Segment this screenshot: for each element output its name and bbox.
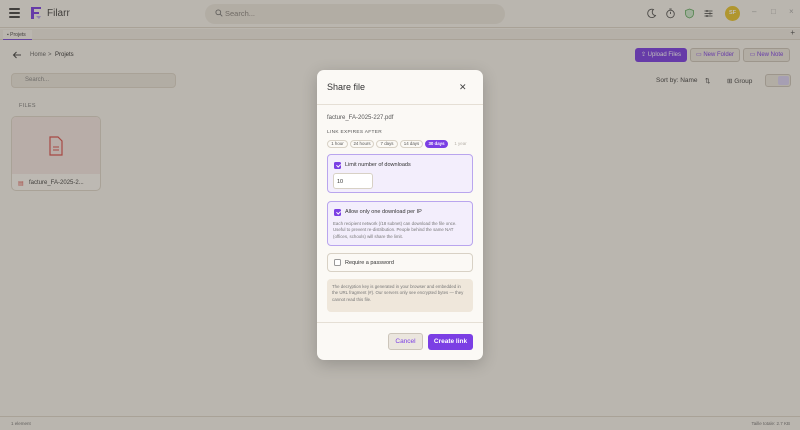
divider — [317, 104, 483, 105]
dialog-title: Share file — [327, 82, 366, 92]
one-per-ip-label: Allow only one download per IP — [345, 209, 422, 215]
download-limit-input[interactable]: 10 — [333, 173, 373, 189]
create-link-button[interactable]: Create link — [428, 334, 473, 350]
expiry-option-14-days[interactable]: 14 days — [400, 140, 423, 148]
shared-filename: facture_FA-2025-227.pdf — [327, 115, 394, 121]
one-per-ip-checkbox[interactable] — [334, 209, 341, 216]
expiry-option-30-days[interactable]: 30 days — [425, 140, 448, 148]
expiry-option-24-hours[interactable]: 24 hours — [350, 140, 374, 148]
expiry-option-7-days[interactable]: 7 days — [376, 140, 398, 148]
expiry-option-1-year: 1 year — [450, 140, 471, 148]
limit-downloads-checkbox[interactable] — [334, 162, 341, 169]
limit-downloads-option[interactable]: Limit number of downloads 10 — [327, 154, 473, 193]
one-per-ip-description: Each recipient network (/18 subnet) can … — [333, 221, 457, 239]
one-per-ip-option[interactable]: Allow only one download per IP Each reci… — [327, 201, 473, 246]
cancel-button[interactable]: Cancel — [388, 333, 423, 350]
expiry-option-1-hour[interactable]: 1 hour — [327, 140, 348, 148]
divider — [317, 322, 483, 323]
close-icon[interactable]: ✕ — [459, 82, 467, 93]
share-file-dialog: Share file ✕ facture_FA-2025-227.pdf LIN… — [317, 70, 483, 360]
limit-downloads-label: Limit number of downloads — [345, 162, 411, 168]
expiry-label: LINK EXPIRES AFTER — [327, 130, 382, 135]
encryption-info: The decryption key is generated in your … — [327, 279, 473, 312]
password-label: Require a password — [345, 260, 394, 266]
password-option[interactable]: Require a password — [327, 253, 473, 272]
password-checkbox[interactable] — [334, 259, 341, 266]
